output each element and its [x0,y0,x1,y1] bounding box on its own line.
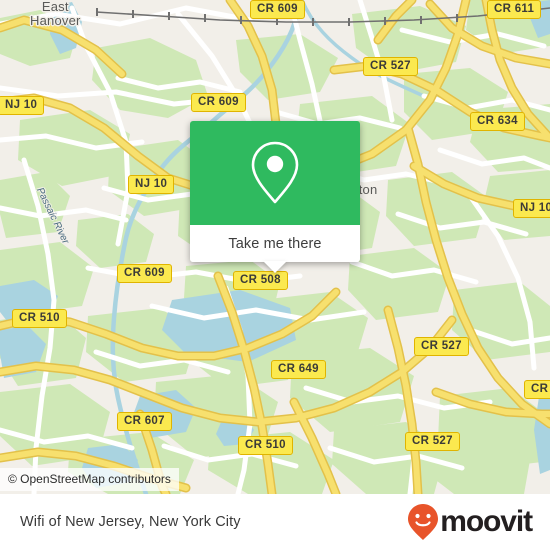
take-me-there-button[interactable]: Take me there [190,225,360,273]
location-popup-card[interactable]: Take me there [190,121,360,273]
road-shield-cr-611[interactable]: CR 611 [487,0,542,19]
road-shield-cr-510-left[interactable]: CR 510 [12,309,67,328]
popup-card-header [190,121,360,225]
location-title: Wifi of New Jersey, New York City [20,514,241,530]
road-shield-cr-527-top[interactable]: CR 527 [363,57,418,76]
road-shield-cr-607[interactable]: CR 607 [117,412,172,431]
road-shield-cr-510-bottom[interactable]: CR 510 [238,436,293,455]
map-attribution[interactable]: © OpenStreetMap contributors [0,468,179,491]
road-shield-cr-508[interactable]: CR 508 [233,271,288,290]
map-canvas[interactable]: East Hanover ston Passaic River CR 609 C… [0,0,550,494]
road-shield-cr-649[interactable]: CR 649 [271,360,326,379]
road-shield-nj-10-right[interactable]: NJ 10 [513,199,550,218]
road-shield-nj-10-mid[interactable]: NJ 10 [128,175,175,194]
road-shield-cr-527-mid[interactable]: CR 527 [414,337,469,356]
road-shield-cr-634[interactable]: CR 634 [470,112,525,131]
footer-bar: Wifi of New Jersey, New York City moovit [0,494,550,550]
map-screenshot: East Hanover ston Passaic River CR 609 C… [0,0,550,550]
map-pin-icon [251,141,299,204]
road-shield-cr-527-bottom[interactable]: CR 527 [405,432,460,451]
road-shield-cr-609-top[interactable]: CR 609 [250,0,305,19]
moovit-smiley-pin-icon [408,504,439,540]
road-shield-cr-609-lower[interactable]: CR 609 [117,264,172,283]
popup-card-pointer [263,261,287,273]
moovit-wordmark: moovit [440,505,533,538]
road-shield-cr-609-upper[interactable]: CR 609 [191,93,246,112]
take-me-there-label: Take me there [228,235,322,252]
road-shield-nj-10-left[interactable]: NJ 10 [0,96,45,115]
road-shield-cr-5-right-cut[interactable]: CR 5 [524,380,550,399]
moovit-logo[interactable]: moovit [407,503,533,541]
